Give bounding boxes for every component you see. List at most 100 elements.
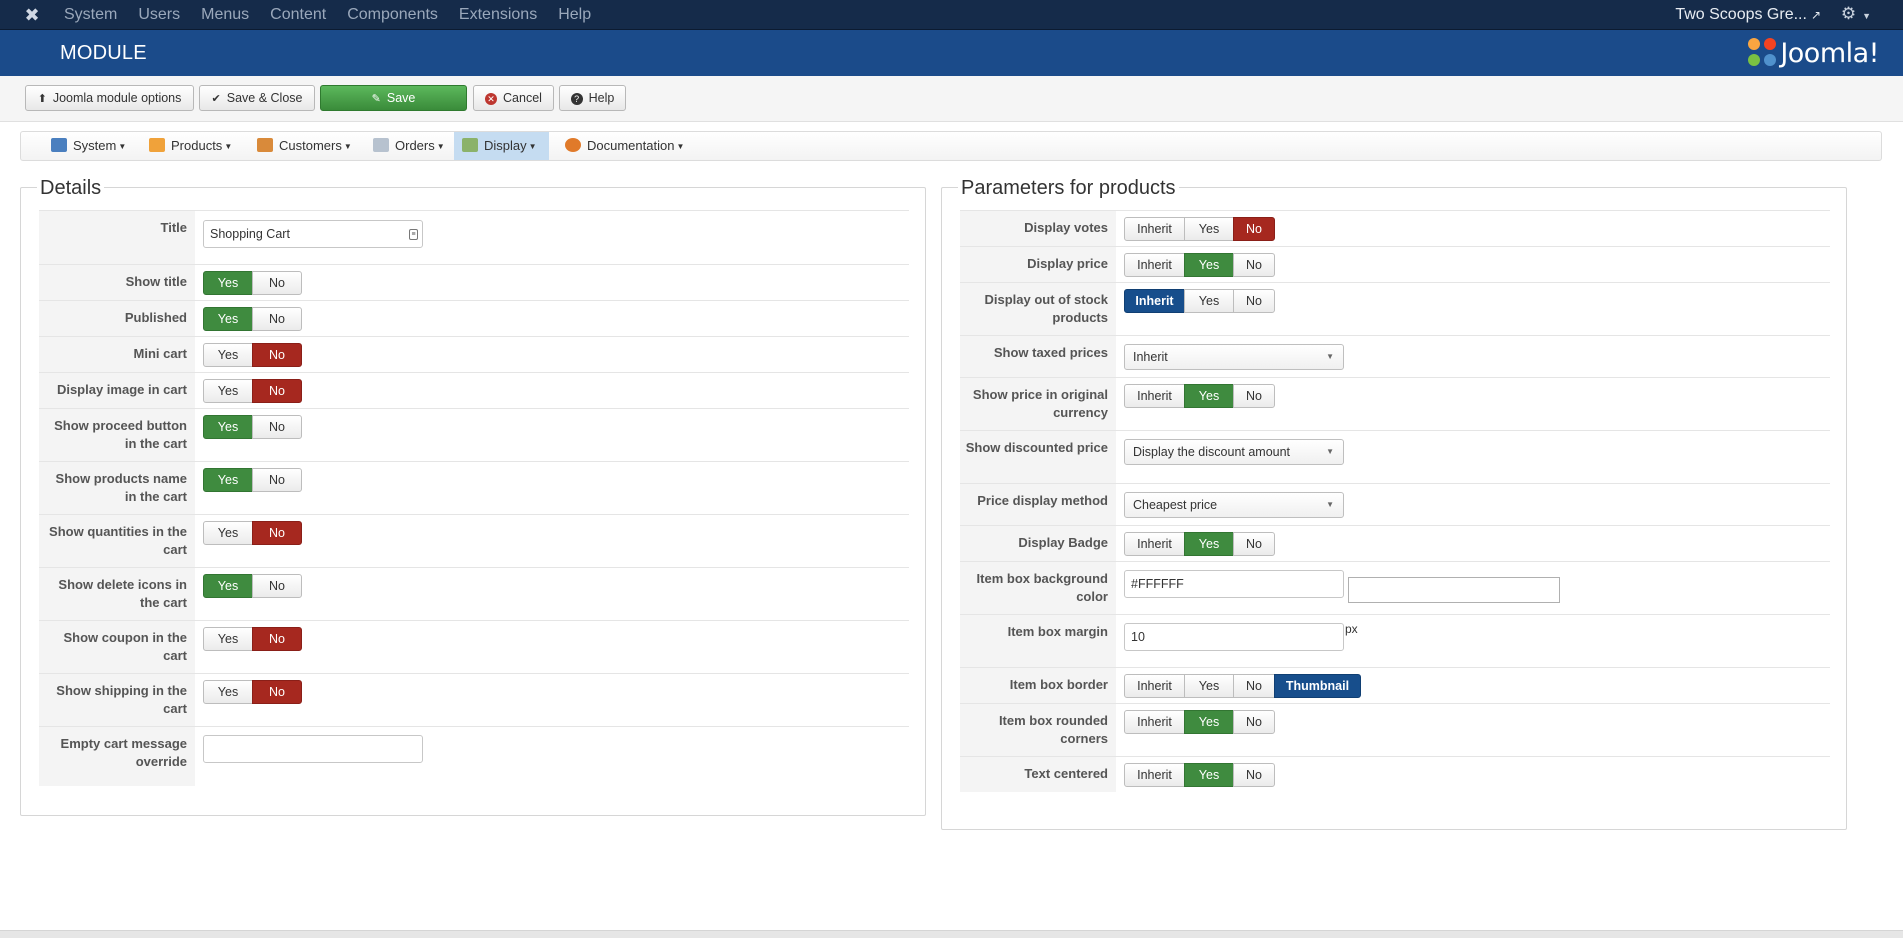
price-display-method-select[interactable]: Cheapest price ▼ [1124,492,1344,518]
show-discounted-select[interactable]: Display the discount amount ▼ [1124,439,1344,465]
show-delete-icons-yes[interactable]: Yes [203,574,253,598]
show-title-yes[interactable]: Yes [203,271,253,295]
display-badge-yes[interactable]: Yes [1184,532,1234,556]
item-box-border-toggle[interactable]: Inherit Yes No Thumbnail [1124,674,1361,698]
show-quantities-toggle[interactable]: Yes No [203,521,302,545]
save-button[interactable]: ✎ Save [320,85,467,111]
show-shipping-yes[interactable]: Yes [203,680,253,704]
item-box-border-thumbnail[interactable]: Thumbnail [1274,674,1361,698]
item-box-margin-input[interactable]: 10 [1124,623,1344,651]
show-price-original-inherit[interactable]: Inherit [1124,384,1185,408]
tools-icon [51,138,67,152]
show-shipping-toggle[interactable]: Yes No [203,680,302,704]
show-delete-icons-no[interactable]: No [252,574,302,598]
display-out-of-stock-toggle[interactable]: Inherit Yes No [1124,289,1275,313]
show-price-original-no[interactable]: No [1233,384,1275,408]
item-box-border-no[interactable]: No [1233,674,1275,698]
module-options-button[interactable]: ⬆ Joomla module options [25,85,194,111]
display-price-no[interactable]: No [1233,253,1275,277]
nav-customers[interactable]: Customers ▼ [249,132,360,160]
menu-system[interactable]: System [64,0,117,30]
nav-display[interactable]: Display ▼ [454,132,549,160]
show-coupon-toggle[interactable]: Yes No [203,627,302,651]
help-button[interactable]: ? Help [559,85,626,111]
show-proceed-no[interactable]: No [252,415,302,439]
text-centered-toggle[interactable]: Inherit Yes No [1124,763,1275,787]
nav-orders[interactable]: Orders ▼ [365,132,453,160]
site-link[interactable]: Two Scoops Gre... ↗ [1675,0,1821,30]
color-picker-swatch[interactable] [1348,577,1560,603]
menu-users[interactable]: Users [138,0,180,30]
display-image-toggle[interactable]: Yes No [203,379,302,403]
published-no[interactable]: No [252,307,302,331]
display-out-of-stock-yes[interactable]: Yes [1184,289,1234,313]
show-shipping-no[interactable]: No [252,680,302,704]
show-delete-icons-toggle[interactable]: Yes No [203,574,302,598]
nav-products[interactable]: Products ▼ [141,132,240,160]
save-close-button[interactable]: ✔ Save & Close [199,85,315,111]
item-box-rounded-no[interactable]: No [1233,710,1275,734]
show-coupon-yes[interactable]: Yes [203,627,253,651]
caret-down-icon: ▼ [118,142,127,151]
mini-cart-no[interactable]: No [252,343,302,367]
text-centered-inherit[interactable]: Inherit [1124,763,1185,787]
show-products-name-yes[interactable]: Yes [203,468,253,492]
item-box-rounded-inherit[interactable]: Inherit [1124,710,1185,734]
show-products-name-no[interactable]: No [252,468,302,492]
cancel-button[interactable]: ✕ Cancel [473,85,554,111]
item-box-bg-input[interactable]: #FFFFFF [1124,570,1344,598]
nav-system[interactable]: System ▼ [43,132,134,160]
item-box-rounded-yes[interactable]: Yes [1184,710,1234,734]
show-coupon-no[interactable]: No [252,627,302,651]
show-quantities-no[interactable]: No [252,521,302,545]
title-input[interactable]: Shopping Cart ≡ [203,220,423,248]
display-votes-inherit[interactable]: Inherit [1124,217,1185,241]
mini-cart-toggle[interactable]: Yes No [203,343,302,367]
display-badge-no[interactable]: No [1233,532,1275,556]
menu-menus[interactable]: Menus [201,0,249,30]
show-taxed-prices-select[interactable]: Inherit ▼ [1124,344,1344,370]
joomla-icon[interactable]: ✖ [22,5,42,25]
menu-content[interactable]: Content [270,0,326,30]
display-image-yes[interactable]: Yes [203,379,253,403]
display-votes-yes[interactable]: Yes [1184,217,1234,241]
display-badge-toggle[interactable]: Inherit Yes No [1124,532,1275,556]
show-title-toggle[interactable]: Yes No [203,271,302,295]
display-out-of-stock-inherit[interactable]: Inherit [1124,289,1185,313]
display-price-inherit[interactable]: Inherit [1124,253,1185,277]
caret-down-icon: ▼ [676,142,685,151]
menu-extensions[interactable]: Extensions [459,0,537,30]
caret-down-icon: ▼ [528,142,537,151]
display-price-yes[interactable]: Yes [1184,253,1234,277]
empty-cart-input[interactable] [203,735,423,763]
show-quantities-yes[interactable]: Yes [203,521,253,545]
gear-icon: ⚙ [1840,4,1857,23]
menu-help[interactable]: Help [558,0,591,30]
display-votes-no[interactable]: No [1233,217,1275,241]
mini-cart-yes[interactable]: Yes [203,343,253,367]
item-box-rounded-toggle[interactable]: Inherit Yes No [1124,710,1275,734]
display-out-of-stock-no[interactable]: No [1233,289,1275,313]
display-image-no[interactable]: No [252,379,302,403]
show-proceed-yes[interactable]: Yes [203,415,253,439]
item-box-border-yes[interactable]: Yes [1184,674,1234,698]
display-badge-inherit[interactable]: Inherit [1124,532,1185,556]
module-header: MODULE Joomla! [0,30,1903,76]
show-price-original-yes[interactable]: Yes [1184,384,1234,408]
display-price-toggle[interactable]: Inherit Yes No [1124,253,1275,277]
item-box-border-inherit[interactable]: Inherit [1124,674,1185,698]
show-delete-icons-row: Show delete icons in the cart Yes No [39,567,909,620]
published-yes[interactable]: Yes [203,307,253,331]
mini-cart-row: Mini cart Yes No [39,336,909,372]
show-proceed-toggle[interactable]: Yes No [203,415,302,439]
show-price-original-toggle[interactable]: Inherit Yes No [1124,384,1275,408]
show-title-no[interactable]: No [252,271,302,295]
user-menu[interactable]: ⚙ ▼ [1841,0,1871,30]
show-products-name-toggle[interactable]: Yes No [203,468,302,492]
text-centered-no[interactable]: No [1233,763,1275,787]
display-votes-toggle[interactable]: Inherit Yes No [1124,217,1275,241]
menu-components[interactable]: Components [347,0,438,30]
text-centered-yes[interactable]: Yes [1184,763,1234,787]
published-toggle[interactable]: Yes No [203,307,302,331]
nav-documentation[interactable]: Documentation ▼ [557,132,692,160]
